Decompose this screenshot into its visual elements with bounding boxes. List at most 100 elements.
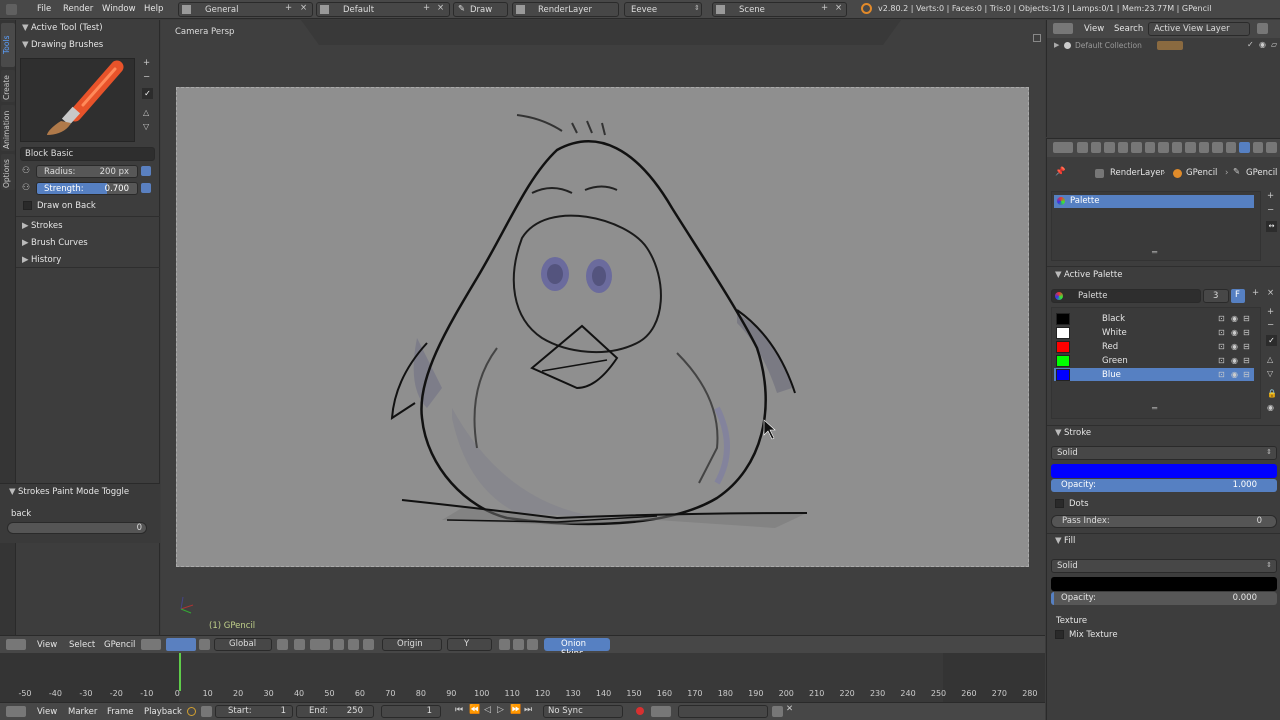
- lock-icon[interactable]: ⊡: [1218, 356, 1225, 365]
- modifier-tab-icon[interactable]: [1171, 142, 1183, 153]
- collapse-arrow-icon[interactable]: ▶: [22, 221, 29, 231]
- arrow-up-icon[interactable]: △: [1267, 355, 1273, 364]
- strength-pressure-icon[interactable]: ⚇: [22, 183, 30, 193]
- fill-color-swatch[interactable]: [1051, 577, 1277, 591]
- color-row[interactable]: Blue ⊡ ◉ ⊟: [1054, 368, 1254, 381]
- lock-icon[interactable]: ⊡: [1218, 342, 1225, 351]
- menu-gpencil[interactable]: GPencil: [104, 640, 135, 650]
- dots-checkbox[interactable]: [1055, 499, 1064, 508]
- constraints-tab-icon[interactable]: [1212, 142, 1223, 153]
- section-brush-curves[interactable]: Brush Curves: [31, 238, 88, 248]
- arrow-down-icon[interactable]: ▽: [143, 122, 149, 131]
- palette-users-field[interactable]: 3: [1203, 289, 1229, 303]
- remove-icon[interactable]: −: [1267, 205, 1274, 215]
- menu-file[interactable]: File: [37, 4, 51, 14]
- menu-help[interactable]: Help: [144, 4, 163, 14]
- operator-title[interactable]: Strokes Paint Mode Toggle: [18, 487, 129, 497]
- eye-icon[interactable]: ◉: [1231, 328, 1238, 337]
- breadcrumb-render-layer[interactable]: RenderLayer: [1110, 168, 1164, 178]
- eye-icon[interactable]: ◉: [1231, 342, 1238, 351]
- render-layer-dropdown[interactable]: RenderLayer: [512, 2, 619, 17]
- play-reverse-icon[interactable]: ◁: [484, 705, 491, 715]
- render-animation-icon[interactable]: [363, 639, 374, 650]
- color-row[interactable]: White ⊡ ◉ ⊟: [1054, 326, 1254, 339]
- active-palette-header[interactable]: Active Palette: [1064, 270, 1122, 280]
- view-layer-dropdown[interactable]: Active View Layer: [1148, 22, 1250, 36]
- menu-view[interactable]: View: [1084, 24, 1104, 34]
- keying-icon[interactable]: [187, 707, 196, 716]
- expand-arrow-icon[interactable]: ▼: [1055, 536, 1062, 546]
- mix-texture-checkbox[interactable]: [1055, 630, 1064, 639]
- drawing-brushes-label[interactable]: Drawing Brushes: [31, 40, 103, 50]
- collection-tab-icon[interactable]: [1144, 142, 1156, 153]
- add-icon[interactable]: +: [1267, 191, 1274, 201]
- move-icon[interactable]: ↔: [1266, 221, 1277, 232]
- filter-icon[interactable]: [1257, 23, 1268, 34]
- draw-on-back-checkbox[interactable]: [23, 201, 32, 210]
- snap-icon[interactable]: [277, 639, 288, 650]
- effects-tab-icon[interactable]: [1185, 142, 1196, 153]
- checkbox-icon[interactable]: ✓: [1247, 40, 1254, 49]
- stroke-mode-dropdown[interactable]: Solid ⇕: [1051, 446, 1277, 460]
- jump-start-icon[interactable]: ⏮: [455, 705, 463, 715]
- menu-search[interactable]: Search: [1114, 24, 1143, 34]
- scene-field[interactable]: Scene + ×: [712, 2, 847, 17]
- pass-index-field[interactable]: Pass Index: 0: [1051, 515, 1277, 528]
- operator-back-field[interactable]: 0: [7, 522, 147, 534]
- color-row[interactable]: Green ⊡ ◉ ⊟: [1054, 354, 1254, 367]
- overlay-icon[interactable]: [333, 639, 344, 650]
- world-tab-icon[interactable]: [1131, 142, 1142, 153]
- color-row[interactable]: Red ⊡ ◉ ⊟: [1054, 340, 1254, 353]
- close-icon[interactable]: ×: [835, 3, 842, 13]
- menu-select[interactable]: Select: [69, 640, 95, 650]
- add-icon[interactable]: +: [1252, 288, 1259, 298]
- keying-set-icon[interactable]: [651, 706, 671, 717]
- checkmark-icon[interactable]: ✓: [1266, 335, 1277, 346]
- fill-opacity-slider[interactable]: Opacity: 0.000: [1051, 592, 1277, 605]
- editor-type-icon[interactable]: [6, 639, 26, 650]
- onion-skins-toggle[interactable]: Onion Skins: [544, 638, 610, 659]
- keying-set-field[interactable]: [678, 705, 768, 718]
- eye-icon[interactable]: ◉: [1231, 356, 1238, 365]
- menu-render[interactable]: Render: [63, 4, 93, 14]
- rotate-icon[interactable]: [199, 639, 210, 650]
- tab-tools[interactable]: Tools: [1, 23, 15, 67]
- screen-layout-field[interactable]: General + ×: [178, 2, 313, 17]
- palette-selector[interactable]: Palette: [1051, 289, 1201, 303]
- editor-type-icon[interactable]: [6, 706, 26, 717]
- brush-name-field[interactable]: Block Basic: [20, 147, 155, 161]
- expand-arrow-icon[interactable]: ▼: [1055, 270, 1062, 280]
- playhead-line[interactable]: [179, 653, 181, 691]
- add-icon[interactable]: +: [821, 3, 828, 13]
- corner-widget-icon[interactable]: [1033, 34, 1041, 42]
- physics-tab-icon[interactable]: [1198, 142, 1210, 153]
- info-editor-icon[interactable]: [6, 4, 17, 15]
- lock-icon[interactable]: ⊡: [1218, 314, 1225, 323]
- menu-view[interactable]: View: [37, 640, 57, 650]
- lock-icon[interactable]: [201, 706, 212, 717]
- delete-keyframe-icon[interactable]: ✕: [786, 704, 793, 714]
- fake-user-button[interactable]: F: [1231, 289, 1245, 303]
- eye-icon[interactable]: ◉: [1259, 40, 1266, 49]
- render-icon[interactable]: [348, 639, 359, 650]
- menu-frame[interactable]: Frame: [107, 707, 133, 717]
- palette-slot-row[interactable]: Palette: [1054, 195, 1254, 208]
- axis-dropdown[interactable]: Y: [447, 638, 492, 651]
- eye-icon[interactable]: ◉: [1231, 370, 1238, 379]
- pivot-origin-dropdown[interactable]: Origin: [382, 638, 442, 651]
- stroke-opacity-slider[interactable]: Opacity: 1.000: [1051, 479, 1277, 492]
- collection-tools-icon[interactable]: [1157, 41, 1183, 50]
- proportional-edit-icon[interactable]: [294, 639, 305, 650]
- list-resize-icon[interactable]: ═: [1152, 248, 1157, 258]
- scene-layout-field[interactable]: Default + ×: [316, 2, 450, 17]
- color-swatch[interactable]: [1056, 368, 1070, 381]
- jump-end-icon[interactable]: ⏭: [524, 705, 532, 715]
- lock-icon[interactable]: ⊡: [1218, 328, 1225, 337]
- menu-window[interactable]: Window: [102, 4, 136, 14]
- section-strokes[interactable]: Strokes: [31, 221, 63, 231]
- color-swatch[interactable]: [1056, 354, 1070, 367]
- object-tab-icon[interactable]: [1158, 142, 1169, 153]
- radius-pressure-icon[interactable]: ⚇: [22, 166, 30, 176]
- play-icon[interactable]: ▷: [497, 705, 504, 715]
- active-tool-label[interactable]: Active Tool (Test): [31, 23, 103, 33]
